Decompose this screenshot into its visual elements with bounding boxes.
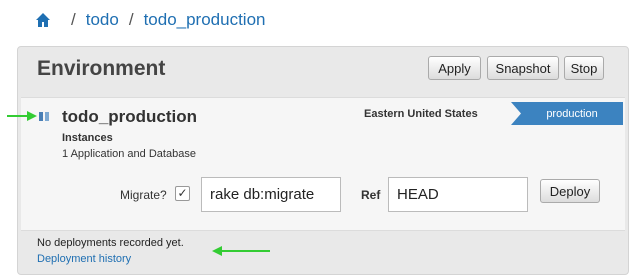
environment-panel: Environment Apply Snapshot Stop todo_pro… xyxy=(17,46,629,275)
migrate-label: Migrate? xyxy=(120,188,167,202)
environment-tag: production xyxy=(511,102,623,125)
migrate-command-input[interactable]: rake db:migrate xyxy=(201,177,341,212)
stop-button[interactable]: Stop xyxy=(564,56,604,80)
environment-name: todo_production xyxy=(62,107,198,126)
snapshot-button[interactable]: Snapshot xyxy=(487,56,559,80)
deploy-button[interactable]: Deploy xyxy=(540,179,600,203)
instances-label: Instances xyxy=(62,132,113,144)
ref-input[interactable]: HEAD xyxy=(388,177,528,212)
breadcrumb: / todo / todo_production xyxy=(35,8,266,32)
migrate-checkbox[interactable]: ✓ xyxy=(175,186,190,201)
ref-label: Ref xyxy=(361,188,381,202)
instances-value: 1 Application and Database xyxy=(62,148,196,160)
page: / todo / todo_production Environment App… xyxy=(0,0,633,275)
breadcrumb-separator: / xyxy=(128,10,134,29)
environment-details: todo_production Eastern United States pr… xyxy=(21,97,625,231)
breadcrumb-app-link[interactable]: todo xyxy=(86,10,119,30)
breadcrumb-separator: / xyxy=(71,10,76,29)
breadcrumb-environment-link[interactable]: todo_production xyxy=(144,10,266,30)
environment-status-icon xyxy=(39,112,49,121)
deployment-history-link[interactable]: Deployment history xyxy=(37,253,131,265)
apply-button[interactable]: Apply xyxy=(428,56,481,80)
environment-region: Eastern United States xyxy=(364,108,478,120)
panel-title: Environment xyxy=(37,57,166,80)
annotation-arrow-icon xyxy=(7,111,37,121)
home-icon[interactable] xyxy=(35,12,51,28)
annotation-arrow-icon xyxy=(212,246,270,256)
no-deployments-text: No deployments recorded yet. xyxy=(37,237,184,249)
